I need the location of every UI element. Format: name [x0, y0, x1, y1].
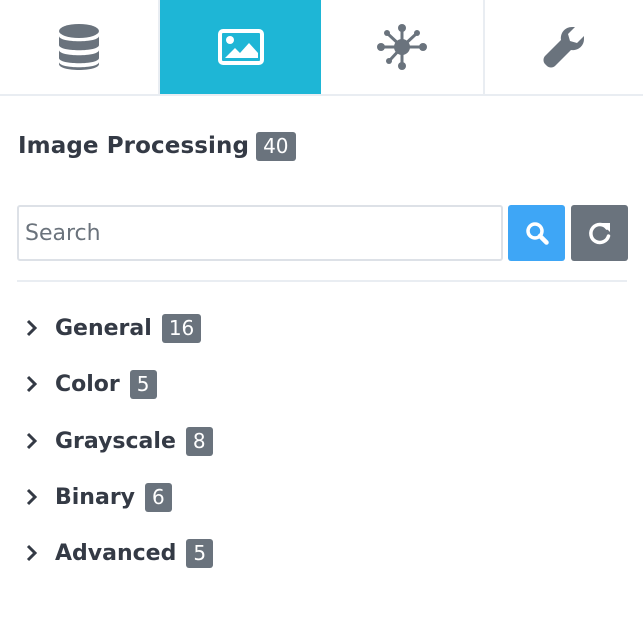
tab-image-processing[interactable] — [160, 0, 321, 94]
category-grayscale[interactable]: Grayscale 8 — [24, 421, 213, 461]
chevron-right-icon — [26, 488, 38, 506]
total-count-badge: 40 — [256, 131, 296, 161]
category-count-badge: 5 — [129, 369, 157, 399]
chevron-right-icon — [26, 375, 38, 393]
category-count-badge: 6 — [145, 482, 172, 512]
search-button[interactable] — [508, 205, 565, 261]
tab-bar — [0, 0, 643, 96]
category-advanced[interactable]: Advanced 5 — [24, 533, 214, 573]
image-icon — [217, 29, 264, 65]
panel-header: Image Processing 40 — [18, 130, 296, 162]
category-color[interactable]: Color 5 — [24, 364, 157, 404]
category-general[interactable]: General 16 — [24, 308, 202, 348]
wrench-icon — [543, 27, 584, 68]
category-count-badge: 8 — [185, 426, 213, 456]
divider — [17, 280, 627, 282]
chevron-right-icon — [26, 544, 38, 562]
chevron-right-icon — [26, 319, 38, 337]
category-label: Binary — [55, 484, 136, 510]
category-count-badge: 16 — [161, 313, 202, 343]
search-input[interactable] — [17, 205, 503, 261]
category-label: Color — [55, 371, 120, 397]
category-binary[interactable]: Binary 6 — [24, 477, 172, 517]
database-icon — [59, 24, 99, 70]
refresh-icon — [588, 222, 610, 245]
category-count-badge: 5 — [186, 538, 214, 568]
refresh-button[interactable] — [571, 205, 628, 261]
category-label: General — [55, 315, 152, 341]
tab-network[interactable] — [321, 0, 485, 94]
chevron-right-icon — [26, 432, 38, 450]
category-label: Grayscale — [55, 428, 176, 454]
search-icon — [525, 222, 549, 245]
tab-database[interactable] — [0, 0, 160, 94]
category-label: Advanced — [55, 540, 177, 566]
page-title: Image Processing — [18, 133, 250, 159]
tab-tools[interactable] — [485, 0, 643, 94]
network-nodes-icon — [377, 24, 427, 70]
